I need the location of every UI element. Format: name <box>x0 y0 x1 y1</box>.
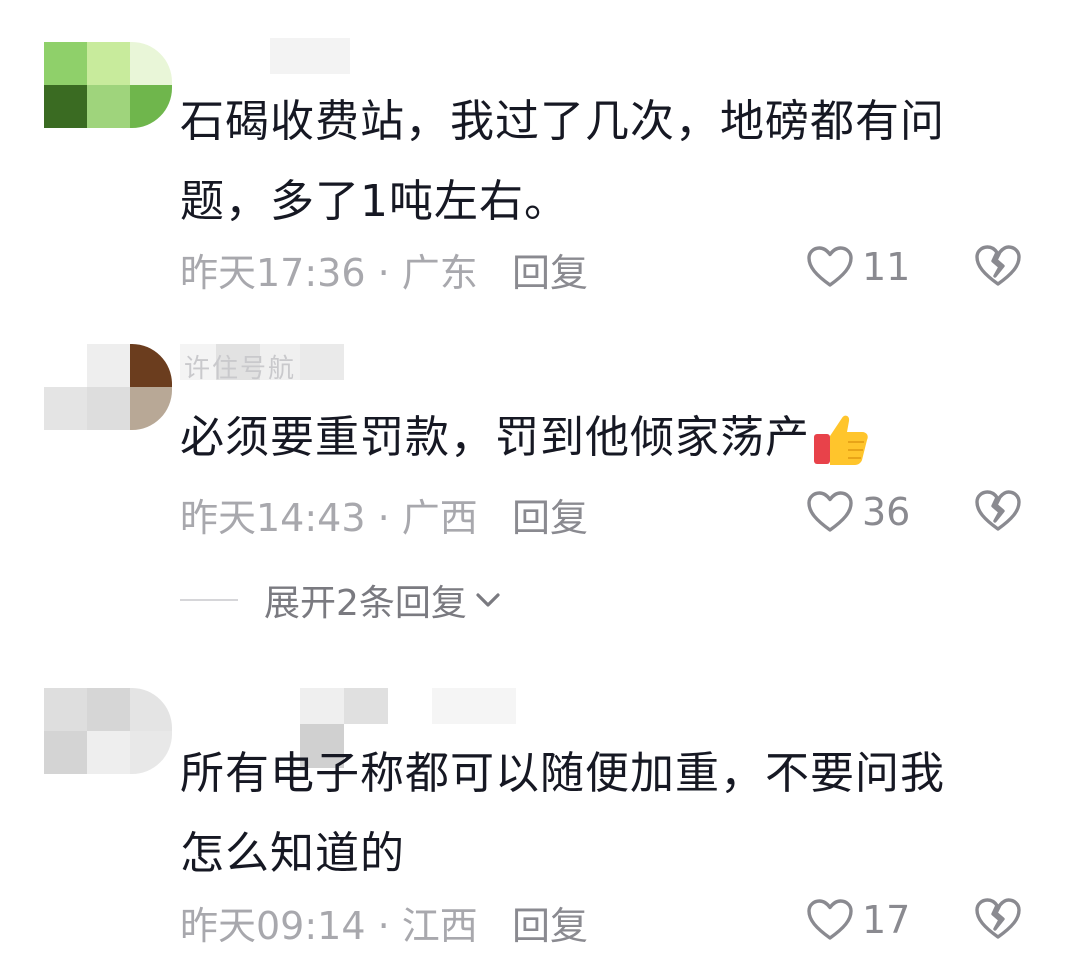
comment-text: 所有电子称都可以随便加重，不要问我怎么知道的 <box>180 748 945 879</box>
avatar[interactable] <box>44 344 172 430</box>
heart-icon <box>807 246 853 287</box>
comment-text: 必须要重罚款，罚到他倾家荡产 <box>180 398 960 478</box>
thumbs-up-emoji-icon <box>814 415 868 465</box>
comment-text-content: 必须要重罚款，罚到他倾家荡产 <box>180 412 810 463</box>
reply-button[interactable]: 回复 <box>512 242 588 297</box>
heart-icon <box>807 491 853 532</box>
heart-icon <box>807 899 853 940</box>
like-button[interactable]: 11 <box>806 242 910 292</box>
avatar[interactable] <box>44 42 172 128</box>
expand-replies-label: 展开2条回复 <box>264 583 467 624</box>
chevron-down-icon <box>476 593 500 607</box>
comment-time-location: 昨天14:43 · 广西 <box>180 496 478 540</box>
username: 许住号航 <box>184 354 297 384</box>
dislike-button[interactable] <box>974 244 1022 297</box>
broken-heart-icon <box>975 245 1021 286</box>
like-button[interactable]: 17 <box>806 895 910 945</box>
broken-heart-icon <box>975 898 1021 939</box>
dislike-button[interactable] <box>974 489 1022 542</box>
username-blurred[interactable]: 许住号航 <box>180 342 350 384</box>
comment-meta: 昨天09:14 · 江西 回复 17 <box>180 895 1040 948</box>
comment-meta: 昨天17:36 · 广东 回复 11 <box>180 242 1040 295</box>
comment-text: 石碣收费站，我过了几次，地磅都有问题，多了1吨左右。 <box>180 96 945 227</box>
like-count: 36 <box>862 490 911 534</box>
reply-button[interactable]: 回复 <box>512 487 588 542</box>
expand-replies-button[interactable]: 展开2条回复 <box>180 575 501 625</box>
divider-line <box>180 599 238 601</box>
avatar[interactable] <box>44 688 172 774</box>
like-count: 17 <box>862 898 911 942</box>
reply-button[interactable]: 回复 <box>512 895 588 950</box>
broken-heart-icon <box>975 490 1021 531</box>
comment-time-location: 昨天09:14 · 江西 <box>180 904 478 948</box>
comment-meta: 昨天14:43 · 广西 回复 36 <box>180 487 1040 540</box>
like-button[interactable]: 36 <box>806 487 910 537</box>
username-blurred[interactable] <box>180 30 350 74</box>
username-blurred <box>300 688 520 768</box>
dislike-button[interactable] <box>974 897 1022 950</box>
comment-time-location: 昨天17:36 · 广东 <box>180 251 478 295</box>
like-count: 11 <box>862 245 911 289</box>
